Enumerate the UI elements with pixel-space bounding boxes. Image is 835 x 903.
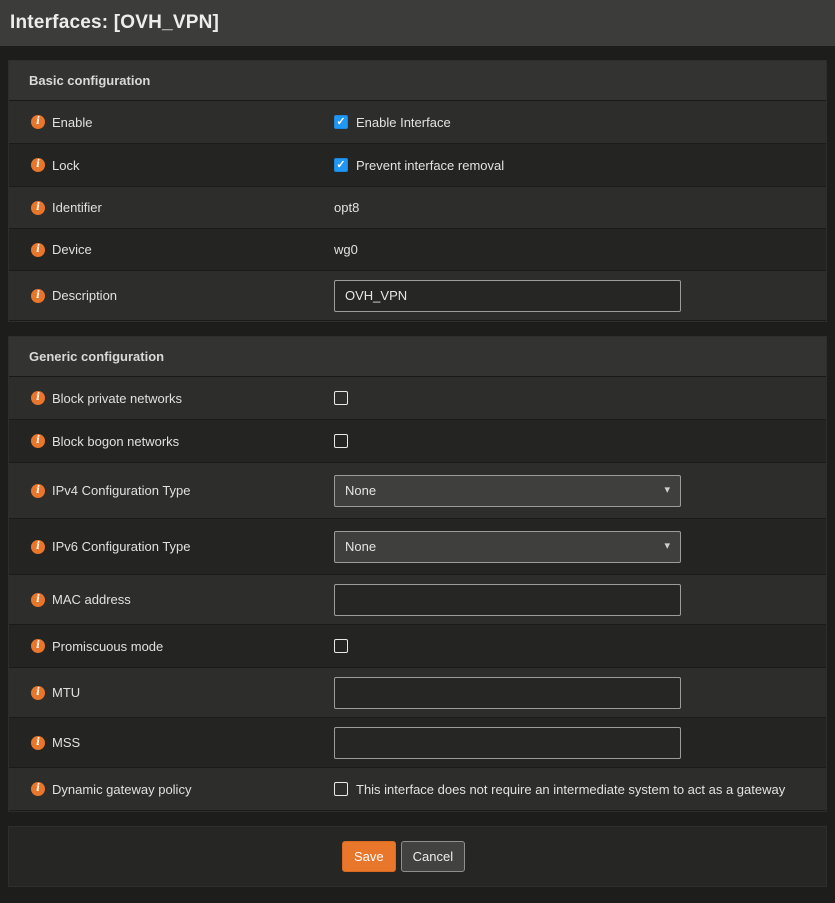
description-input[interactable] — [334, 280, 681, 312]
identifier-value: opt8 — [334, 200, 359, 215]
field-label: Description — [52, 288, 117, 303]
checkbox-label: Prevent interface removal — [356, 158, 504, 173]
form-row-mac-address: i MAC address — [9, 575, 826, 625]
field-label: IPv4 Configuration Type — [52, 483, 191, 498]
info-icon[interactable]: i — [31, 391, 45, 405]
info-icon[interactable]: i — [31, 289, 45, 303]
section-title-generic: Generic configuration — [9, 337, 826, 377]
field-label: Promiscuous mode — [52, 639, 163, 654]
form-row-ipv6-type: i IPv6 Configuration Type None ▾ — [9, 519, 826, 575]
field-label: Device — [52, 242, 92, 257]
ipv6-configuration-type-select[interactable]: None ▾ — [334, 531, 681, 563]
field-label: IPv6 Configuration Type — [52, 539, 191, 554]
form-row-enable: i Enable Enable Interface — [9, 101, 826, 144]
checkbox-label: Enable Interface — [356, 115, 451, 130]
form-row-mss: i MSS — [9, 718, 826, 768]
form-row-promiscuous: i Promiscuous mode — [9, 625, 826, 668]
chevron-down-icon: ▾ — [664, 485, 670, 496]
info-icon[interactable]: i — [31, 736, 45, 750]
field-label: Block private networks — [52, 391, 182, 406]
info-icon[interactable]: i — [31, 243, 45, 257]
form-row-device: i Device wg0 — [9, 229, 826, 271]
cancel-button[interactable]: Cancel — [401, 841, 465, 872]
generic-configuration-panel: Generic configuration i Block private ne… — [8, 336, 827, 812]
chevron-down-icon: ▾ — [664, 541, 670, 552]
page-header: Interfaces: [OVH_VPN] — [0, 0, 835, 46]
basic-configuration-panel: Basic configuration i Enable Enable Inte… — [8, 60, 827, 322]
info-icon[interactable]: i — [31, 484, 45, 498]
lock-checkbox[interactable] — [334, 158, 348, 172]
select-value: None — [345, 539, 376, 554]
page-title: Interfaces: [OVH_VPN] — [10, 12, 219, 34]
mss-input[interactable] — [334, 727, 681, 759]
field-label: Identifier — [52, 200, 102, 215]
dynamic-gateway-policy-checkbox[interactable] — [334, 782, 348, 796]
field-label: Enable — [52, 115, 92, 130]
actions-panel: Save Cancel — [8, 826, 827, 887]
info-icon[interactable]: i — [31, 593, 45, 607]
info-icon[interactable]: i — [31, 540, 45, 554]
info-icon[interactable]: i — [31, 639, 45, 653]
form-row-ipv4-type: i IPv4 Configuration Type None ▾ — [9, 463, 826, 519]
ipv4-configuration-type-select[interactable]: None ▾ — [334, 475, 681, 507]
info-icon[interactable]: i — [31, 782, 45, 796]
field-label: MSS — [52, 735, 80, 750]
info-icon[interactable]: i — [31, 158, 45, 172]
form-row-identifier: i Identifier opt8 — [9, 187, 826, 229]
form-row-block-bogon: i Block bogon networks — [9, 420, 826, 463]
select-value: None — [345, 483, 376, 498]
info-icon[interactable]: i — [31, 115, 45, 129]
form-row-dynamic-gateway: i Dynamic gateway policy This interface … — [9, 768, 826, 811]
section-title-basic: Basic configuration — [9, 61, 826, 101]
form-row-lock: i Lock Prevent interface removal — [9, 144, 826, 187]
info-icon[interactable]: i — [31, 686, 45, 700]
mtu-input[interactable] — [334, 677, 681, 709]
field-label: Block bogon networks — [52, 434, 179, 449]
field-label: Lock — [52, 158, 79, 173]
field-label: MTU — [52, 685, 80, 700]
promiscuous-mode-checkbox[interactable] — [334, 639, 348, 653]
field-label: Dynamic gateway policy — [52, 782, 191, 797]
save-button[interactable]: Save — [342, 841, 396, 872]
field-label: MAC address — [52, 592, 131, 607]
device-value: wg0 — [334, 242, 358, 257]
block-private-networks-checkbox[interactable] — [334, 391, 348, 405]
mac-address-input[interactable] — [334, 584, 681, 616]
checkbox-label: This interface does not require an inter… — [356, 782, 785, 797]
form-row-mtu: i MTU — [9, 668, 826, 718]
block-bogon-networks-checkbox[interactable] — [334, 434, 348, 448]
enable-checkbox[interactable] — [334, 115, 348, 129]
form-row-block-private: i Block private networks — [9, 377, 826, 420]
info-icon[interactable]: i — [31, 201, 45, 215]
form-row-description: i Description — [9, 271, 826, 321]
info-icon[interactable]: i — [31, 434, 45, 448]
